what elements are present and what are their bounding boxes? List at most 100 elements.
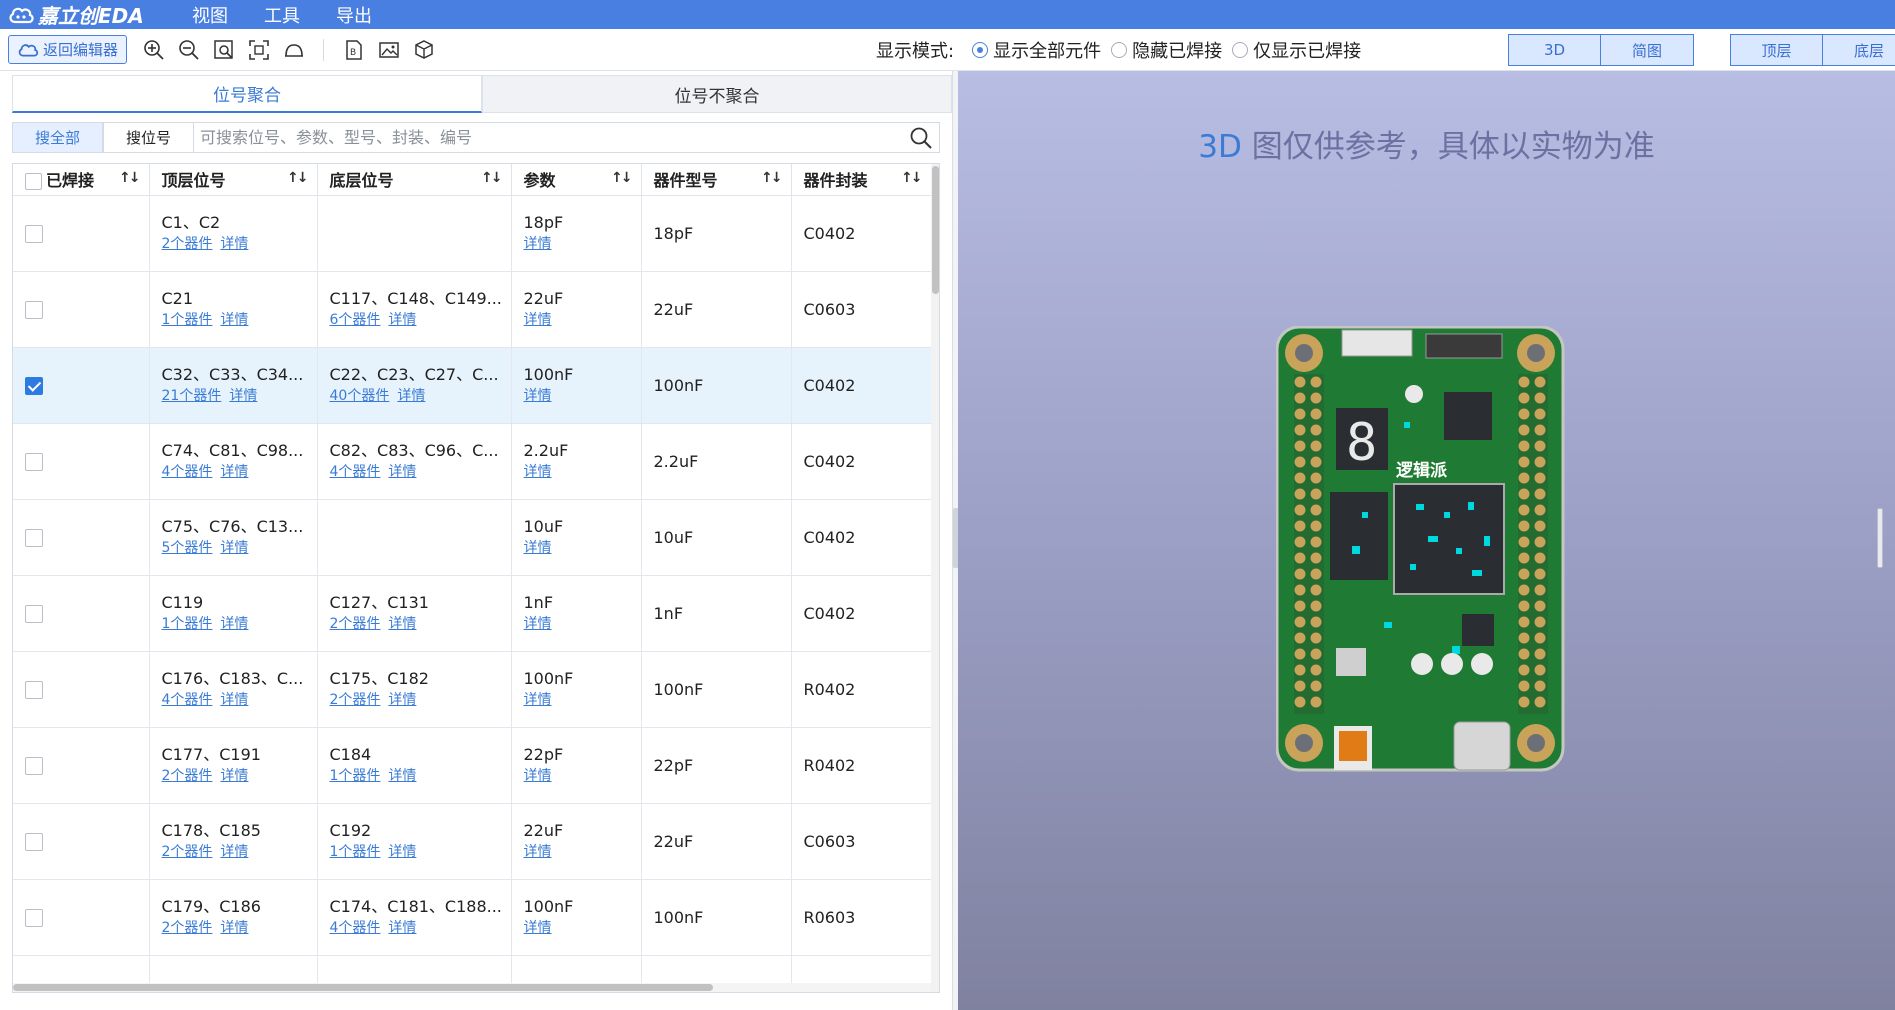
detail-link[interactable]: 详情 xyxy=(388,616,416,632)
sort-icon[interactable]: ↑↓ xyxy=(901,170,923,186)
tab-ungrouped[interactable]: 位号不聚合 xyxy=(482,75,952,113)
component-count-link[interactable]: 1个器件 xyxy=(162,312,213,328)
component-count-link[interactable]: 2个器件 xyxy=(162,844,213,860)
reset-view-icon[interactable] xyxy=(281,37,307,63)
detail-link[interactable]: 详情 xyxy=(220,616,248,632)
layer-top-button[interactable]: 顶层 xyxy=(1731,35,1823,65)
soldered-checkbox[interactable] xyxy=(25,680,43,699)
detail-link[interactable]: 详情 xyxy=(524,236,552,252)
sort-icon[interactable]: ↑↓ xyxy=(481,170,503,186)
component-count-link[interactable]: 1个器件 xyxy=(330,844,381,860)
menu-export[interactable]: 导出 xyxy=(336,2,372,28)
soldered-checkbox[interactable] xyxy=(25,604,43,623)
detail-link[interactable]: 详情 xyxy=(397,388,425,404)
pcb-3d-model[interactable]: 8 逻辑派 xyxy=(1276,326,1566,772)
component-count-link[interactable]: 4个器件 xyxy=(330,464,381,480)
radio-only-soldered[interactable]: 仅显示已焊接 xyxy=(1232,37,1361,63)
detail-link[interactable]: 详情 xyxy=(388,920,416,936)
sort-icon[interactable]: ↑↓ xyxy=(611,170,633,186)
header-model[interactable]: 器件型号 ↑↓ xyxy=(641,164,792,196)
layer-bottom-button[interactable]: 底层 xyxy=(1823,35,1895,65)
search-icon[interactable] xyxy=(909,126,933,150)
detail-link[interactable]: 详情 xyxy=(388,692,416,708)
select-all-checkbox[interactable] xyxy=(25,173,42,191)
component-count-link[interactable]: 40个器件 xyxy=(330,388,390,404)
soldered-checkbox[interactable] xyxy=(25,224,43,243)
soldered-checkbox[interactable] xyxy=(25,376,43,395)
detail-link[interactable]: 详情 xyxy=(220,768,248,784)
detail-link[interactable]: 详情 xyxy=(229,388,257,404)
zoom-in-icon[interactable] xyxy=(141,37,167,63)
soldered-checkbox[interactable] xyxy=(25,300,43,319)
sort-icon[interactable]: ↑↓ xyxy=(761,170,783,186)
zoom-out-icon[interactable] xyxy=(176,37,202,63)
component-count-link[interactable]: 1个器件 xyxy=(330,768,381,784)
detail-link[interactable]: 详情 xyxy=(524,920,552,936)
detail-link[interactable]: 详情 xyxy=(524,464,552,480)
detail-link[interactable]: 详情 xyxy=(524,388,552,404)
search-input[interactable] xyxy=(200,128,909,147)
detail-link[interactable]: 详情 xyxy=(524,616,552,632)
soldered-checkbox[interactable] xyxy=(25,528,43,547)
table-row[interactable]: C178、C185 2个器件 详情 C192 1个器件 详情 22uF 详情 22uF C0603 xyxy=(13,803,932,880)
detail-link[interactable]: 详情 xyxy=(524,540,552,556)
vertical-scrollbar[interactable] xyxy=(931,164,939,992)
detail-link[interactable]: 详情 xyxy=(388,844,416,860)
detail-link[interactable]: 详情 xyxy=(388,312,416,328)
detail-link[interactable]: 详情 xyxy=(220,540,248,556)
back-to-editor-button[interactable]: 返回编辑器 xyxy=(8,35,128,64)
export-bom-icon[interactable]: B xyxy=(341,37,367,63)
detail-link[interactable]: 详情 xyxy=(220,844,248,860)
table-row[interactable]: C176、C183、C... 4个器件 详情 C175、C182 2个器件 详情 100nF… xyxy=(13,651,932,728)
sort-icon[interactable]: ↑↓ xyxy=(119,170,141,186)
soldered-checkbox[interactable] xyxy=(25,756,43,775)
table-row[interactable]: C32、C33、C34... 21个器件 详情 C22、C23、C27、C... 40个… xyxy=(13,347,932,424)
table-row[interactable]: C21 1个器件 详情 C117、C148、C149... 6个器件 详情 22uF 详情 22… xyxy=(13,271,932,348)
component-count-link[interactable]: 6个器件 xyxy=(330,312,381,328)
radio-hide-soldered[interactable]: 隐藏已焊接 xyxy=(1111,37,1222,63)
component-count-link[interactable]: 2个器件 xyxy=(162,768,213,784)
table-row[interactable]: C119 1个器件 详情 C127、C131 2个器件 详情 1nF 详情 1nF C0402 xyxy=(13,575,932,652)
component-count-link[interactable]: 2个器件 xyxy=(330,616,381,632)
horizontal-scroll-thumb[interactable] xyxy=(13,984,713,991)
component-count-link[interactable]: 2个器件 xyxy=(162,236,213,252)
tab-grouped[interactable]: 位号聚合 xyxy=(12,75,482,113)
component-count-link[interactable]: 4个器件 xyxy=(162,692,213,708)
detail-link[interactable]: 详情 xyxy=(524,768,552,784)
table-row[interactable]: C75、C76、C13... 5个器件 详情 10uF 详情 10uF C0402 xyxy=(13,499,932,576)
horizontal-scrollbar[interactable] xyxy=(13,983,931,992)
detail-link[interactable]: 详情 xyxy=(388,768,416,784)
menu-tools[interactable]: 工具 xyxy=(264,2,300,28)
image-icon[interactable] xyxy=(376,37,402,63)
component-count-link[interactable]: 2个器件 xyxy=(330,692,381,708)
detail-link[interactable]: 详情 xyxy=(524,692,552,708)
zoom-area-icon[interactable] xyxy=(211,37,237,63)
detail-link[interactable]: 详情 xyxy=(524,312,552,328)
soldered-checkbox[interactable] xyxy=(25,452,43,471)
detail-link[interactable]: 详情 xyxy=(220,312,248,328)
sort-icon[interactable]: ↑↓ xyxy=(287,170,309,186)
detail-link[interactable]: 详情 xyxy=(220,692,248,708)
detail-link[interactable]: 详情 xyxy=(220,920,248,936)
table-row[interactable]: C177、C191 2个器件 详情 C184 1个器件 详情 22pF 详情 22pF R0402 xyxy=(13,727,932,804)
detail-link[interactable]: 详情 xyxy=(220,464,248,480)
search-ref-button[interactable]: 搜位号 xyxy=(103,122,194,153)
search-all-button[interactable]: 搜全部 xyxy=(12,122,103,153)
detail-link[interactable]: 详情 xyxy=(524,844,552,860)
header-footprint[interactable]: 器件封装 ↑↓ xyxy=(791,164,932,196)
table-row[interactable]: C74、C81、C98... 4个器件 详情 C82、C83、C96、C... 4个器件… xyxy=(13,423,932,500)
component-count-link[interactable]: 5个器件 xyxy=(162,540,213,556)
header-top-refs[interactable]: 顶层位号 ↑↓ xyxy=(149,164,318,196)
vertical-scroll-thumb[interactable] xyxy=(932,166,939,294)
detail-link[interactable]: 详情 xyxy=(220,236,248,252)
menu-view[interactable]: 视图 xyxy=(192,2,228,28)
radio-show-all[interactable]: 显示全部元件 xyxy=(972,37,1101,63)
detail-link[interactable]: 详情 xyxy=(388,464,416,480)
table-row[interactable]: C1、C2 2个器件 详情 18pF 详情 18pF C0402 xyxy=(13,195,932,272)
component-count-link[interactable]: 4个器件 xyxy=(162,464,213,480)
soldered-checkbox[interactable] xyxy=(25,832,43,851)
component-count-link[interactable]: 2个器件 xyxy=(162,920,213,936)
header-soldered[interactable]: 已焊接 ↑↓ xyxy=(13,164,150,196)
component-count-link[interactable]: 21个器件 xyxy=(162,388,222,404)
3d-model-icon[interactable] xyxy=(411,37,437,63)
